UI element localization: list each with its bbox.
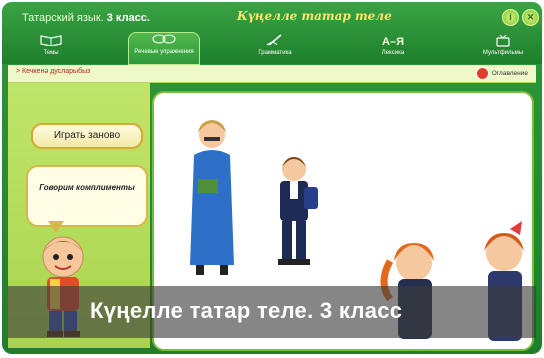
pen-icon [240,34,310,50]
nav-item-lexicon[interactable]: A–Я Лексика [358,34,428,64]
schoolboy-figure [278,157,318,265]
replay-button[interactable]: Играть заново [31,123,143,149]
bubble-text: Говорим комплименты [39,183,135,192]
close-button[interactable]: ✕ [522,9,539,26]
nav-item-speech[interactable]: Речевые упражнения [128,32,200,65]
alphabet-icon: A–Я [382,36,404,48]
header: Татарский язык. 3 класс. Күңелле татар т… [2,2,542,65]
app-title: Татарский язык. 3 класс. [22,12,150,24]
grade-label: 3 класс. [106,12,150,24]
app-window: Татарский язык. 3 класс. Күңелле татар т… [2,2,542,354]
toc-button[interactable]: Оглавление [475,67,528,80]
breadcrumb[interactable]: > Кечкенә дусларыбыз [16,68,90,75]
app-logo: Күңелле татар теле [237,9,392,23]
nav-item-topics[interactable]: Темы [16,34,86,64]
tv-icon [468,34,538,50]
overlay-title: Күңелле татар теле. 3 класс [90,298,403,323]
bubble-tail [48,221,64,233]
teacher-figure [190,120,234,275]
book-icon [16,34,86,50]
info-button[interactable]: i [502,9,519,26]
nav-item-grammar[interactable]: Грамматика [240,34,310,64]
nav-item-cartoons[interactable]: Мультфильмы [468,34,538,64]
speech-icon [129,33,199,49]
speech-bubble: Говорим комплименты [26,165,148,227]
contents-icon [475,67,489,80]
breadcrumb-bar: > Кечкенә дусларыбыз Оглавление [8,65,536,83]
main-nav: Темы Речевые упражнения Грамматика A–Я Л… [2,32,542,65]
